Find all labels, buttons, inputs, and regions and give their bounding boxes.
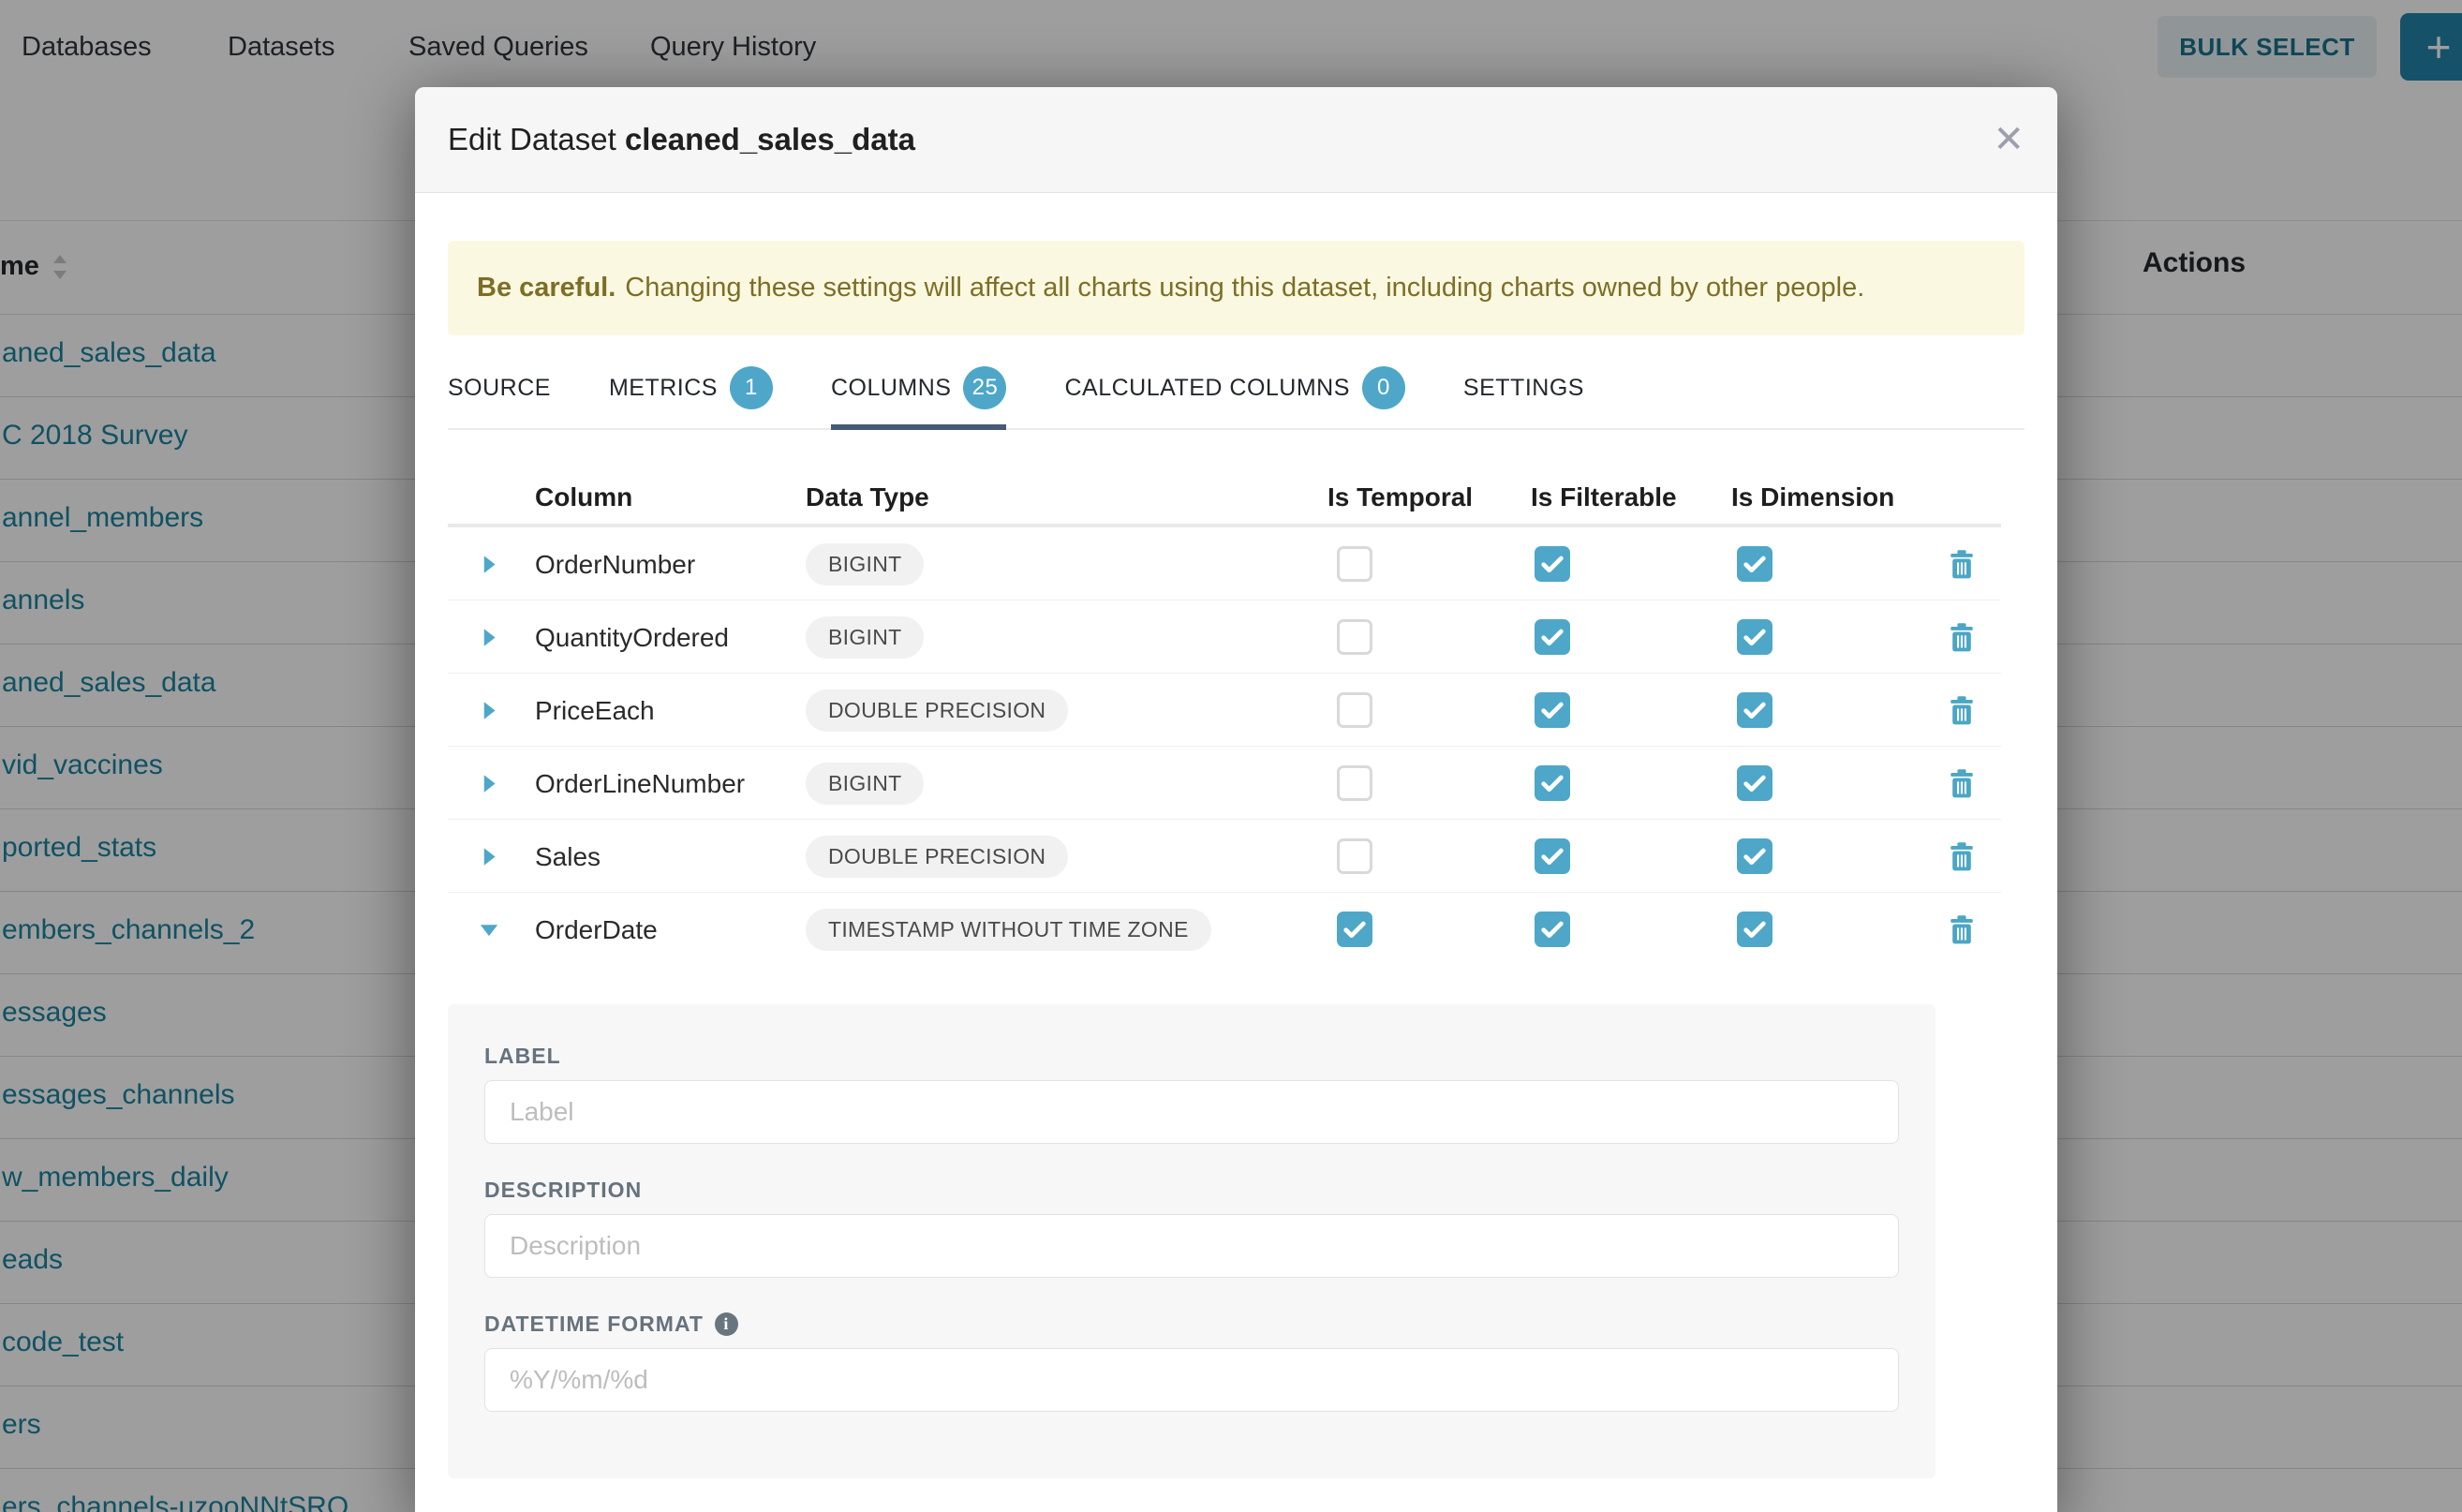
is-temporal-checkbox[interactable] xyxy=(1337,765,1372,801)
is-dimension-checkbox[interactable] xyxy=(1737,912,1772,947)
column-header-column: Column xyxy=(535,482,632,512)
expand-caret-icon[interactable] xyxy=(482,555,500,575)
is-temporal-checkbox[interactable] xyxy=(1337,912,1372,947)
tab-badge: 0 xyxy=(1362,366,1405,409)
delete-column-button[interactable] xyxy=(1947,694,1979,728)
is-dimension-checkbox[interactable] xyxy=(1737,765,1772,801)
warning-banner-title: Be careful. xyxy=(477,273,616,304)
columns-table-header: Column Data Type Is Temporal Is Filterab… xyxy=(448,430,2001,527)
tab-label: SOURCE xyxy=(448,375,551,402)
label-field-label-text: LABEL xyxy=(484,1044,561,1069)
data-type-pill: BIGINT xyxy=(806,616,924,659)
data-type-pill: TIMESTAMP WITHOUT TIME ZONE xyxy=(806,909,1211,951)
trash-icon xyxy=(1947,549,1977,581)
data-type-pill: BIGINT xyxy=(806,763,924,805)
tab-columns[interactable]: COLUMNS 25 xyxy=(831,366,1007,430)
column-row: OrderLineNumber BIGINT xyxy=(448,747,2001,820)
is-filterable-checkbox[interactable] xyxy=(1535,692,1570,728)
column-name: OrderLineNumber xyxy=(535,769,745,799)
description-field-label: DESCRIPTION xyxy=(484,1178,1899,1203)
column-row: PriceEach DOUBLE PRECISION xyxy=(448,674,2001,747)
expand-caret-icon[interactable] xyxy=(482,920,500,941)
trash-icon xyxy=(1947,622,1977,654)
column-row: OrderDate TIMESTAMP WITHOUT TIME ZONE xyxy=(448,893,2001,966)
is-temporal-checkbox[interactable] xyxy=(1337,838,1372,874)
column-name: PriceEach xyxy=(535,696,655,726)
is-filterable-checkbox[interactable] xyxy=(1535,619,1570,655)
column-header-is-dimension: Is Dimension xyxy=(1731,482,1894,512)
edit-dataset-modal: Edit Dataset cleaned_sales_data ✕ Be car… xyxy=(415,87,2057,1512)
delete-column-button[interactable] xyxy=(1947,548,1979,582)
trash-icon xyxy=(1947,768,1977,800)
modal-title-prefix: Edit Dataset xyxy=(448,122,616,156)
expand-caret-icon[interactable] xyxy=(482,774,500,794)
tab-label: COLUMNS xyxy=(831,375,952,402)
description-field-label-text: DESCRIPTION xyxy=(484,1178,642,1203)
tab-badge: 25 xyxy=(963,366,1006,409)
trash-icon xyxy=(1947,914,1977,946)
tab-label: METRICS xyxy=(609,375,718,402)
modal-body: Be careful. Changing these settings will… xyxy=(415,241,2057,1478)
column-name: QuantityOrdered xyxy=(535,623,729,653)
label-field-label: LABEL xyxy=(484,1044,1899,1069)
tab-source[interactable]: SOURCE xyxy=(448,366,551,430)
delete-column-button[interactable] xyxy=(1947,621,1979,655)
column-header-is-temporal: Is Temporal xyxy=(1327,482,1473,512)
is-temporal-checkbox[interactable] xyxy=(1337,546,1372,582)
column-name: OrderDate xyxy=(535,915,658,945)
warning-banner-text: Changing these settings will affect all … xyxy=(625,273,1864,304)
column-row: Sales DOUBLE PRECISION xyxy=(448,820,2001,893)
tab-label: CALCULATED COLUMNS xyxy=(1064,375,1349,402)
column-row: QuantityOrdered BIGINT xyxy=(448,600,2001,674)
is-dimension-checkbox[interactable] xyxy=(1737,619,1772,655)
is-temporal-checkbox[interactable] xyxy=(1337,692,1372,728)
description-input[interactable] xyxy=(484,1214,1899,1278)
is-filterable-checkbox[interactable] xyxy=(1535,546,1570,582)
delete-column-button[interactable] xyxy=(1947,840,1979,874)
close-icon: ✕ xyxy=(1993,119,2024,160)
column-header-data-type: Data Type xyxy=(806,482,929,512)
modal-tabs: SOURCE METRICS 1 COLUMNS 25 CALCULATED C… xyxy=(448,366,2024,430)
column-name: OrderNumber xyxy=(535,550,695,580)
warning-banner: Be careful. Changing these settings will… xyxy=(448,241,2024,335)
datetime-format-field-label: DATETIME FORMAT i xyxy=(484,1312,1899,1337)
tab-settings[interactable]: SETTINGS xyxy=(1463,366,1584,430)
expand-caret-icon[interactable] xyxy=(482,701,500,721)
data-type-pill: DOUBLE PRECISION xyxy=(806,689,1068,732)
is-temporal-checkbox[interactable] xyxy=(1337,619,1372,655)
tab-calculated-columns[interactable]: CALCULATED COLUMNS 0 xyxy=(1064,366,1404,430)
modal-header: Edit Dataset cleaned_sales_data ✕ xyxy=(415,87,2057,193)
modal-title-dataset-name: cleaned_sales_data xyxy=(625,122,915,156)
datetime-format-label-text: DATETIME FORMAT xyxy=(484,1312,704,1337)
data-type-pill: DOUBLE PRECISION xyxy=(806,836,1068,878)
expand-caret-icon[interactable] xyxy=(482,847,500,867)
tab-metrics[interactable]: METRICS 1 xyxy=(609,366,773,430)
delete-column-button[interactable] xyxy=(1947,913,1979,947)
is-dimension-checkbox[interactable] xyxy=(1737,838,1772,874)
modal-title: Edit Dataset cleaned_sales_data xyxy=(448,122,915,157)
is-filterable-checkbox[interactable] xyxy=(1535,765,1570,801)
delete-column-button[interactable] xyxy=(1947,767,1979,801)
data-type-pill: BIGINT xyxy=(806,543,924,586)
tab-badge: 1 xyxy=(730,366,773,409)
is-dimension-checkbox[interactable] xyxy=(1737,546,1772,582)
is-filterable-checkbox[interactable] xyxy=(1535,912,1570,947)
close-button[interactable]: ✕ xyxy=(1993,121,2024,158)
trash-icon xyxy=(1947,695,1977,727)
expand-caret-icon[interactable] xyxy=(482,628,500,648)
column-name: Sales xyxy=(535,842,601,872)
columns-table-body: OrderNumber BIGINT xyxy=(448,527,2001,966)
column-header-is-filterable: Is Filterable xyxy=(1531,482,1677,512)
is-filterable-checkbox[interactable] xyxy=(1535,838,1570,874)
info-icon[interactable]: i xyxy=(715,1312,738,1336)
tab-label: SETTINGS xyxy=(1463,375,1584,402)
label-input[interactable] xyxy=(484,1080,1899,1144)
trash-icon xyxy=(1947,841,1977,873)
datetime-format-input[interactable] xyxy=(484,1348,1899,1412)
is-dimension-checkbox[interactable] xyxy=(1737,692,1772,728)
column-row: OrderNumber BIGINT xyxy=(448,527,2001,600)
column-detail-panel: LABEL DESCRIPTION DATETIME FORMAT i xyxy=(448,1004,1935,1478)
